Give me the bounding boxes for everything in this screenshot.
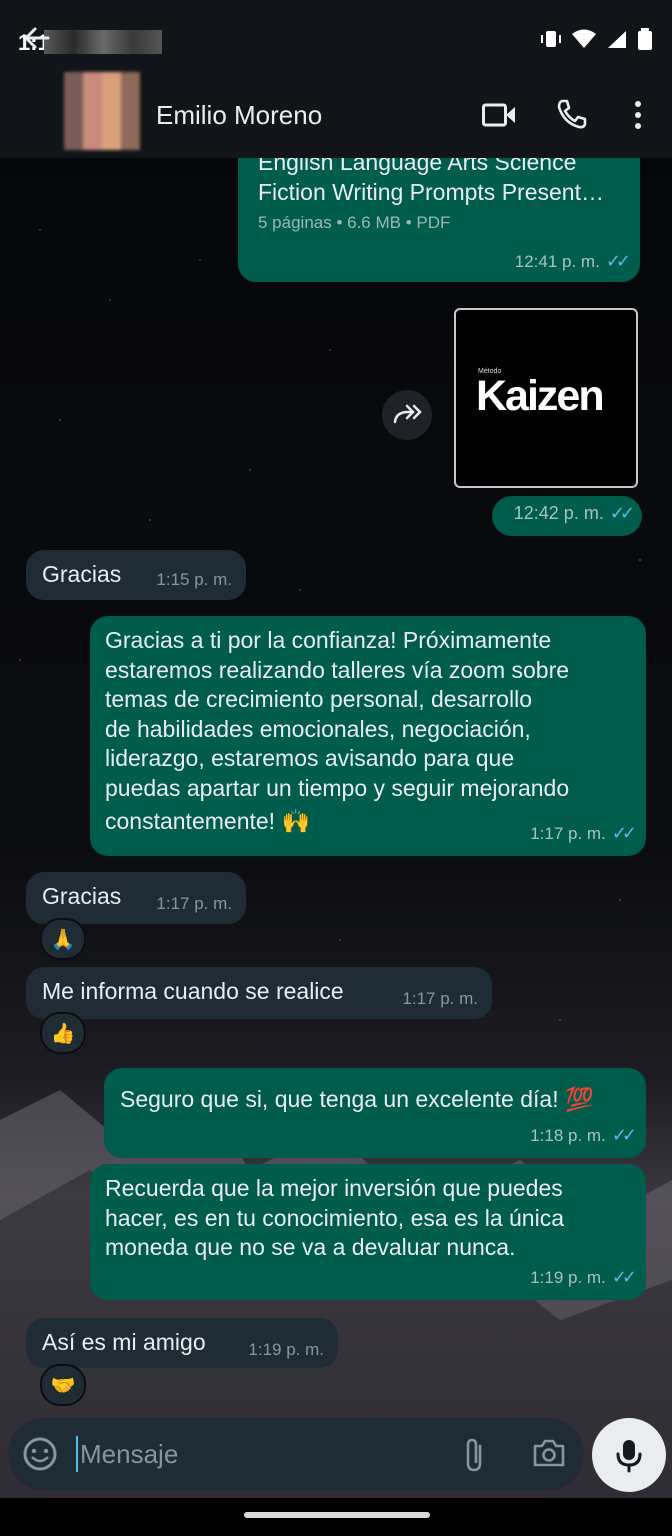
document-title: English Language Arts Science Fiction Wr… — [258, 158, 604, 207]
document-title-line: Fiction Writing Prompts Present… — [258, 178, 604, 205]
reaction-badge[interactable]: 🙏 — [40, 918, 86, 960]
message-line: Recuerda que la mejor inversión que pued… — [105, 1175, 563, 1201]
read-receipt-icon: ✓✓ — [611, 1266, 637, 1287]
message-meta: 12:42 p. m. ✓✓ — [513, 499, 635, 529]
status-bar: 1:1 — [0, 0, 672, 78]
message-text: Gracias — [42, 883, 122, 909]
message-time: 1:19 p. m. — [248, 1339, 324, 1359]
message-time: 1:17 p. m. — [402, 988, 478, 1008]
message-text: Seguro que si, que tenga un excelente dí… — [120, 1086, 594, 1112]
reaction-badge[interactable]: 👍 — [40, 1012, 86, 1054]
document-title-line: English Language Arts Science — [258, 158, 577, 175]
message-line: hacer, es en tu conocimiento, esa es la … — [105, 1204, 565, 1231]
message-text: Gracias a ti por la confianza! Próximame… — [105, 626, 569, 837]
attach-icon[interactable] — [460, 1436, 488, 1474]
back-arrow-icon[interactable] — [20, 22, 52, 54]
image-time-badge: 12:42 p. m. ✓✓ — [492, 496, 642, 536]
incoming-message[interactable]: Así es mi amigo 1:19 p. m. — [26, 1318, 338, 1368]
message-text: Recuerda que la mejor inversión que pued… — [105, 1174, 564, 1263]
message-meta: 1:17 p. m. ✓✓ — [530, 819, 637, 849]
signal-icon — [608, 31, 626, 48]
battery-icon — [638, 28, 652, 50]
voice-message-button[interactable] — [592, 1418, 666, 1492]
forward-icon — [393, 404, 422, 424]
phone-call-icon[interactable] — [556, 98, 588, 130]
message-meta: 12:41 p. m. ✓✓ — [514, 247, 631, 277]
incoming-message[interactable]: Gracias 1:17 p. m. — [26, 872, 246, 924]
document-message[interactable]: English Language Arts Science Fiction Wr… — [238, 158, 640, 282]
message-time: 1:17 p. m. — [530, 823, 606, 843]
home-gesture-pill[interactable] — [244, 1512, 430, 1518]
message-line: estaremos realizando talleres vía zoom s… — [105, 656, 570, 683]
emoji-icon[interactable] — [22, 1436, 58, 1472]
message-input[interactable]: Mensaje — [76, 1436, 178, 1472]
image-brand-text: Kaizen — [476, 372, 605, 420]
message-meta: 1:19 p. m. ✓✓ — [530, 1263, 637, 1293]
vibrate-icon — [541, 31, 561, 47]
wifi-icon — [572, 29, 596, 48]
outgoing-message[interactable]: Seguro que si, que tenga un excelente dí… — [104, 1068, 646, 1158]
message-line: Gracias a ti por la confianza! Próximame… — [105, 627, 552, 653]
reaction-badge[interactable]: 🤝 — [40, 1364, 86, 1406]
read-receipt-icon: ✓✓ — [609, 502, 635, 523]
read-receipt-icon: ✓✓ — [611, 822, 637, 843]
message-meta: 1:17 p. m. — [402, 984, 478, 1014]
microphone-icon — [616, 1440, 642, 1473]
outgoing-message[interactable]: Recuerda que la mejor inversión que pued… — [90, 1164, 646, 1300]
message-line: liderazgo, estaremos avisando para que — [105, 745, 515, 771]
outgoing-message[interactable]: Gracias a ti por la confianza! Próximame… — [90, 616, 646, 856]
incoming-message[interactable]: Gracias 1:15 p. m. — [26, 550, 246, 600]
message-line: de habilidades emocionales, negociación, — [105, 715, 531, 742]
document-details: 5 páginas • 6.6 MB • PDF — [258, 213, 451, 232]
message-time: 12:42 p. m. — [513, 502, 604, 523]
contact-avatar[interactable] — [64, 72, 140, 150]
message-meta: 1:18 p. m. ✓✓ — [530, 1121, 637, 1151]
message-line: temas de crecimiento personal, desarroll… — [105, 686, 532, 712]
message-text: Me informa cuando se realice — [42, 978, 344, 1004]
message-line: puedas apartar un tiempo y seguir mejora… — [105, 774, 570, 801]
message-time: 1:18 p. m. — [530, 1125, 606, 1145]
forward-button[interactable] — [382, 390, 432, 440]
contact-name[interactable]: Emilio Moreno — [156, 100, 322, 131]
read-receipt-icon: ✓✓ — [605, 250, 631, 271]
incoming-message[interactable]: Me informa cuando se realice 1:17 p. m. — [26, 967, 492, 1019]
message-line: constantemente! 🙌 — [105, 808, 311, 834]
message-time: 1:19 p. m. — [530, 1267, 606, 1287]
more-options-icon[interactable] — [626, 100, 650, 130]
message-meta: 1:19 p. m. — [248, 1335, 324, 1365]
message-time: 12:41 p. m. — [514, 251, 600, 271]
message-meta: 1:17 p. m. — [156, 889, 232, 919]
message-text: Gracias — [42, 561, 122, 587]
read-receipt-icon: ✓✓ — [611, 1124, 637, 1145]
camera-icon[interactable] — [532, 1438, 566, 1468]
message-time: 1:15 p. m. — [156, 569, 232, 589]
image-message[interactable]: Método Kaizen — [454, 308, 638, 488]
message-text: Así es mi amigo — [42, 1329, 206, 1355]
status-blur — [44, 30, 162, 54]
message-time: 1:17 p. m. — [156, 893, 232, 913]
video-call-icon[interactable] — [482, 102, 516, 128]
message-meta: 1:15 p. m. — [156, 565, 232, 595]
status-icons — [540, 28, 652, 50]
message-line: moneda que no se va a devaluar nunca. — [105, 1234, 516, 1260]
